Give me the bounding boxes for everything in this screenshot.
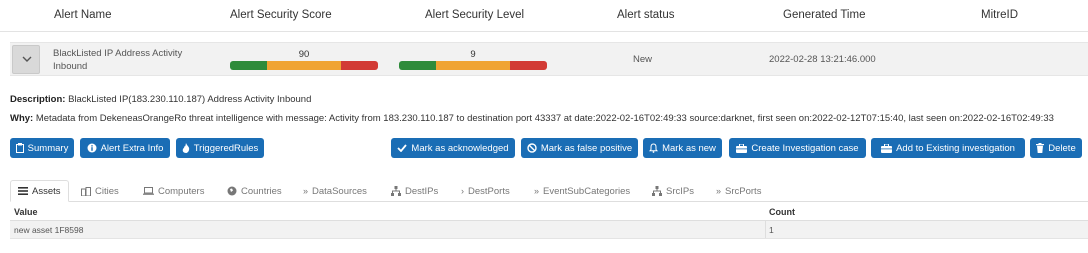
alert-status: New	[633, 54, 653, 65]
list-icon	[18, 187, 28, 195]
security-level-value: 9	[470, 49, 476, 60]
security-score-bar	[230, 61, 378, 70]
check-icon	[397, 144, 408, 152]
col-security-score: Alert Security Score	[230, 9, 332, 21]
tab-cities[interactable]: Cities	[81, 180, 119, 202]
double-chevron-right-icon: »	[534, 186, 540, 196]
tab-datasources[interactable]: » DataSources	[303, 180, 367, 202]
mark-new-button[interactable]: Mark as new	[643, 138, 722, 158]
info-circle-icon	[87, 143, 97, 153]
briefcase-icon	[736, 143, 748, 153]
fire-icon	[182, 143, 189, 153]
globe-icon	[227, 186, 237, 196]
tab-computers[interactable]: Computers	[143, 180, 204, 202]
description: Description: BlackListed IP(183.230.110.…	[10, 94, 311, 105]
col-alert-name: Alert Name	[54, 9, 112, 21]
network-icon	[652, 186, 662, 196]
briefcase-icon	[881, 143, 893, 153]
alert-name-line2: Inbound	[53, 61, 88, 72]
mark-false-positive-button[interactable]: Mark as false positive	[521, 138, 638, 158]
tab-assets[interactable]: Assets	[10, 180, 69, 202]
security-score-value: 90	[298, 49, 310, 60]
alerts-table-header: Alert Name Alert Security Score Alert Se…	[0, 0, 1088, 32]
col-generated-time: Generated Time	[783, 9, 866, 21]
expand-toggle[interactable]	[12, 45, 40, 74]
security-level-bar	[399, 61, 547, 70]
col-mitre-id: MitreID	[981, 9, 1019, 21]
description-text: BlackListed IP(183.230.110.187) Address …	[68, 94, 312, 105]
summary-button[interactable]: Summary	[10, 138, 74, 158]
chevron-down-icon	[22, 56, 32, 62]
col-status: Alert status	[617, 9, 675, 21]
why: Why: Metadata from DekeneasOrangeRo thre…	[10, 113, 1054, 124]
tab-srcips[interactable]: SrcIPs	[652, 180, 694, 202]
generated-time: 2022-02-28 13:21:46.000	[769, 54, 876, 65]
create-investigation-button[interactable]: Create Investigation case	[729, 138, 866, 158]
ban-icon	[527, 143, 537, 153]
building-icon	[81, 186, 91, 196]
tab-eventsubcategories[interactable]: » EventSubCategories	[534, 180, 630, 202]
bell-icon	[649, 143, 659, 153]
security-score-gauge: 90	[230, 49, 378, 70]
triggered-rules-button[interactable]: TriggeredRules	[176, 138, 264, 158]
security-level-gauge: 9	[399, 49, 547, 70]
trash-icon	[1036, 143, 1045, 153]
clipboard-icon	[15, 143, 24, 153]
alert-name: BlackListed IP Address Activity Inbound	[53, 47, 203, 73]
chevron-right-icon: ›	[461, 186, 464, 196]
cell-count: 1	[769, 225, 774, 235]
description-label: Description:	[10, 94, 66, 105]
double-chevron-right-icon: »	[303, 186, 309, 196]
column-header-value: Value	[14, 207, 38, 217]
tab-destports[interactable]: › DestPorts	[461, 180, 510, 202]
mark-acknowledged-button[interactable]: Mark as acknowledged	[391, 138, 515, 158]
why-label: Why:	[10, 113, 34, 124]
table-row: new asset 1F8598 1	[10, 221, 1088, 239]
detail-tabs: Assets Cities Computers Countries » Data…	[10, 180, 1088, 202]
alert-extra-info-button[interactable]: Alert Extra Info	[80, 138, 170, 158]
network-icon	[391, 186, 401, 196]
why-text: Metadata from DekeneasOrangeRo threat in…	[35, 113, 1054, 124]
tab-destips[interactable]: DestIPs	[391, 180, 438, 202]
assets-table: Value Count new asset 1F8598 1	[10, 204, 1088, 239]
cell-value: new asset 1F8598	[14, 225, 84, 235]
alert-name-line1: BlackListed IP Address Activity	[53, 48, 183, 59]
tab-countries[interactable]: Countries	[227, 180, 282, 202]
laptop-icon	[143, 187, 154, 195]
add-existing-investigation-button[interactable]: Add to Existing investigation	[871, 138, 1025, 158]
delete-button[interactable]: Delete	[1030, 138, 1082, 158]
alert-row[interactable]: BlackListed IP Address Activity Inbound …	[10, 42, 1088, 76]
tab-srcports[interactable]: » SrcPorts	[716, 180, 761, 202]
col-security-level: Alert Security Level	[425, 9, 525, 21]
double-chevron-right-icon: »	[716, 186, 722, 196]
table-header: Value Count	[10, 204, 1088, 221]
column-header-count: Count	[769, 207, 795, 217]
